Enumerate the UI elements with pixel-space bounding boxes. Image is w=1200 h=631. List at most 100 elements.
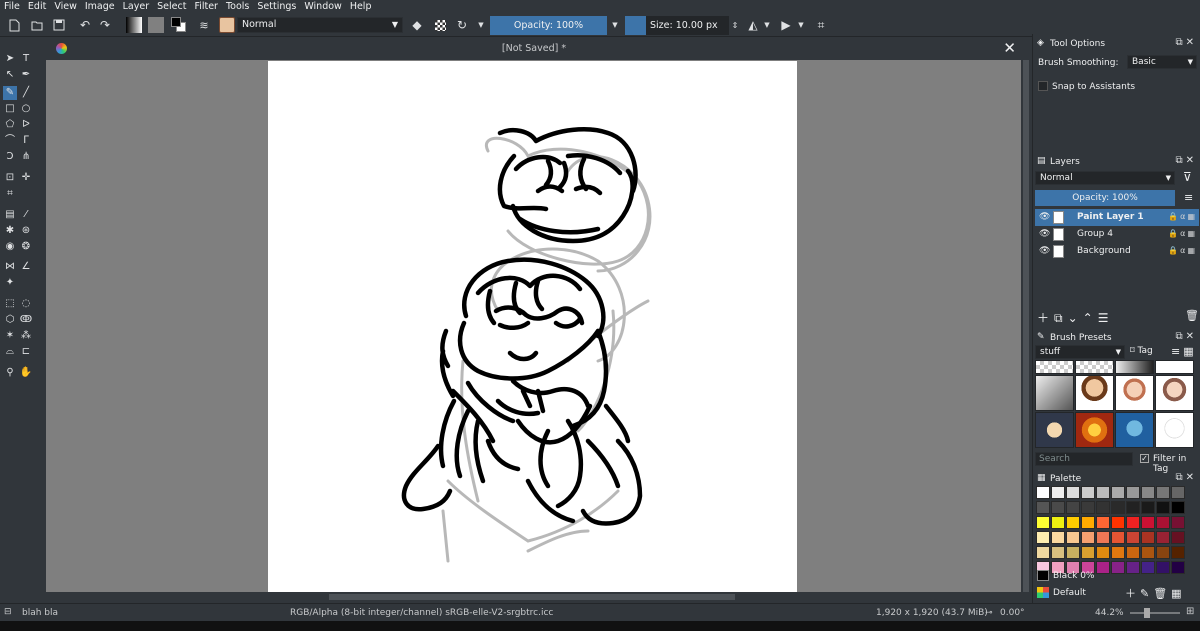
palette-swatch[interactable] bbox=[1156, 561, 1170, 574]
smoothing-select[interactable]: Basic ▼ bbox=[1127, 55, 1197, 69]
palette-swatch[interactable] bbox=[1141, 561, 1155, 574]
palette-swatch[interactable] bbox=[1141, 516, 1155, 529]
palette-swatch[interactable] bbox=[1051, 516, 1065, 529]
fill-tool-icon[interactable]: ◉ bbox=[3, 240, 17, 254]
freehand-brush-icon[interactable]: ✎ bbox=[3, 86, 17, 100]
color-picker-icon[interactable]: ⁄ bbox=[19, 208, 33, 222]
palette-swatch[interactable] bbox=[1081, 486, 1095, 499]
palette-swatch[interactable] bbox=[1036, 546, 1050, 559]
palette-swatch[interactable] bbox=[1096, 516, 1110, 529]
palette-swatch[interactable] bbox=[1066, 546, 1080, 559]
palette-swatch[interactable] bbox=[1111, 561, 1125, 574]
colorize-mask-icon[interactable]: ⊛ bbox=[19, 224, 33, 238]
menu-help[interactable]: Help bbox=[346, 0, 376, 13]
palette-swatch[interactable] bbox=[1156, 531, 1170, 544]
preset-thumb[interactable] bbox=[1075, 375, 1114, 411]
line-tool-icon[interactable]: ╱ bbox=[19, 86, 33, 100]
preset-thumb[interactable] bbox=[1155, 360, 1194, 374]
dynamic-brush-icon[interactable]: Ↄ bbox=[3, 150, 17, 164]
menu-select[interactable]: Select bbox=[153, 0, 190, 13]
preset-thumb[interactable] bbox=[1155, 412, 1194, 448]
palette-swatch[interactable] bbox=[1171, 546, 1185, 559]
chevron-down-icon[interactable]: ▼ bbox=[477, 16, 485, 34]
palette-swatch[interactable] bbox=[1141, 501, 1155, 514]
properties-icon[interactable]: ☰ bbox=[1098, 311, 1114, 325]
open-icon[interactable] bbox=[30, 16, 44, 34]
palette-actions[interactable]: ＋✎🗑▦ bbox=[1125, 585, 1186, 601]
contiguous-select-icon[interactable]: ✶ bbox=[3, 329, 17, 343]
save-icon[interactable] bbox=[52, 16, 66, 34]
polygon-tool-icon[interactable]: ⬠ bbox=[3, 118, 17, 132]
palette-swatch[interactable] bbox=[1171, 561, 1185, 574]
smart-patch-icon[interactable]: ✱ bbox=[3, 224, 17, 238]
eye-icon[interactable]: 👁 bbox=[1039, 229, 1050, 239]
fg-bg-icon[interactable] bbox=[170, 16, 188, 34]
layer-row[interactable]: 👁 Group 4 🔒α▦ bbox=[1035, 226, 1199, 243]
palette-swatch[interactable] bbox=[1171, 516, 1185, 529]
canvas-area[interactable] bbox=[46, 60, 1021, 592]
palette-swatch[interactable] bbox=[1111, 486, 1125, 499]
filter-icon[interactable]: ⊽ bbox=[1183, 170, 1192, 184]
lasso-select-icon[interactable]: ↂ bbox=[19, 313, 33, 327]
preset-search[interactable]: Search bbox=[1035, 452, 1133, 466]
menu-filter[interactable]: Filter bbox=[190, 0, 222, 13]
preset-thumb[interactable] bbox=[1035, 412, 1074, 448]
preset-thumb[interactable] bbox=[1075, 360, 1114, 374]
palette-swatch[interactable] bbox=[1156, 546, 1170, 559]
text-tool-icon[interactable]: T bbox=[19, 52, 33, 66]
ellipse-select-icon[interactable]: ◌ bbox=[19, 297, 33, 311]
rectangle-tool-icon[interactable]: □ bbox=[3, 102, 17, 116]
preset-thumb[interactable] bbox=[1035, 360, 1074, 374]
palette-swatch[interactable] bbox=[1081, 531, 1095, 544]
palette-swatch[interactable] bbox=[1036, 516, 1050, 529]
alpha-lock-icon[interactable] bbox=[433, 16, 447, 34]
eye-icon[interactable]: 👁 bbox=[1039, 212, 1050, 222]
pattern-icon[interactable] bbox=[147, 16, 165, 34]
docker-controls[interactable]: ⧉✕ bbox=[1175, 37, 1197, 48]
docker-controls[interactable]: ⧉✕ bbox=[1175, 472, 1197, 483]
horizontal-scrollbar[interactable] bbox=[46, 592, 1021, 602]
bezier-tool-icon[interactable]: ⌒ bbox=[3, 134, 17, 148]
ellipse-tool-icon[interactable]: ○ bbox=[19, 102, 33, 116]
size-slider[interactable]: Size: 10.00 px bbox=[625, 16, 729, 35]
layer-opacity-slider[interactable]: Opacity: 100% bbox=[1035, 190, 1175, 206]
gradient-tool-icon[interactable]: ▤ bbox=[3, 208, 17, 222]
menu-image[interactable]: Image bbox=[81, 0, 119, 13]
zoom-slider-knob[interactable] bbox=[1144, 608, 1150, 618]
reference-tool-icon[interactable]: ✦ bbox=[3, 276, 17, 290]
palette-swatch[interactable] bbox=[1066, 531, 1080, 544]
palette-swatch[interactable] bbox=[1171, 501, 1185, 514]
vertical-scrollbar[interactable] bbox=[1021, 60, 1031, 592]
opacity-slider[interactable]: Opacity: 100% bbox=[490, 16, 607, 35]
filter-in-tag-checkbox[interactable]: ✓ bbox=[1140, 454, 1149, 463]
palette-swatch[interactable] bbox=[1156, 516, 1170, 529]
mirror-v-icon[interactable]: ▶ bbox=[778, 16, 794, 34]
chevron-down-icon[interactable]: ▼ bbox=[797, 16, 805, 34]
palette-swatch[interactable] bbox=[1111, 516, 1125, 529]
layer-blend-select[interactable]: Normal ▼ bbox=[1035, 171, 1175, 185]
zoom-tool-icon[interactable]: ⚲ bbox=[3, 366, 17, 380]
palette-swatch[interactable] bbox=[1171, 486, 1185, 499]
palette-swatch[interactable] bbox=[1051, 501, 1065, 514]
freehand-path-icon[interactable]: ᒥ bbox=[19, 134, 33, 148]
redo-icon[interactable]: ↷ bbox=[98, 16, 112, 34]
menu-file[interactable]: File bbox=[0, 0, 24, 13]
blend-mode-select[interactable]: Normal ▼ bbox=[237, 17, 403, 33]
wrap-icon[interactable]: ⌗ bbox=[813, 16, 829, 34]
palette-swatch[interactable] bbox=[1051, 486, 1065, 499]
snap-checkbox[interactable] bbox=[1038, 81, 1048, 91]
canvas-paper[interactable] bbox=[268, 61, 797, 592]
preset-thumb[interactable] bbox=[1115, 412, 1154, 448]
preset-thumb[interactable] bbox=[1115, 360, 1154, 374]
docker-controls[interactable]: ⧉✕ bbox=[1175, 331, 1197, 342]
pan-tool-icon[interactable]: ✋ bbox=[19, 366, 33, 380]
move-up-icon[interactable]: ⌃ bbox=[1083, 311, 1098, 325]
layer-flags-icon[interactable]: 🔒α▦ bbox=[1168, 246, 1197, 255]
palette-swatch[interactable] bbox=[1126, 561, 1140, 574]
preset-thumb[interactable] bbox=[1075, 412, 1114, 448]
assistant-tool-icon[interactable]: ⋈ bbox=[3, 260, 17, 274]
move-down-icon[interactable]: ⌄ bbox=[1068, 311, 1083, 325]
palette-name[interactable]: Default bbox=[1053, 588, 1086, 598]
scroll-thumb[interactable] bbox=[329, 594, 735, 600]
palette-swatch[interactable] bbox=[1066, 516, 1080, 529]
